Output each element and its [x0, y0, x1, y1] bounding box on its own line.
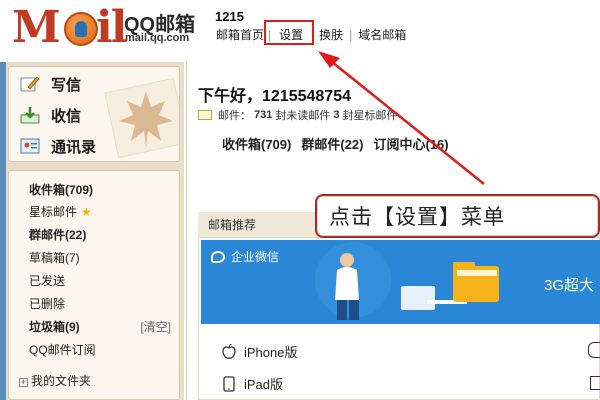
quick-link-inbox[interactable]: 收件箱(709): [222, 134, 291, 153]
right-edge-icon: [588, 342, 600, 358]
mail-summary: 邮件： 731 封未读邮件 3 封星标邮件: [198, 107, 397, 123]
logo-m: M: [12, 2, 61, 53]
write-label: 写信: [51, 76, 82, 94]
nav-mailbox-home[interactable]: 邮箱首页: [214, 26, 266, 43]
compose-contacts[interactable]: 通讯录: [19, 131, 96, 161]
quick-links: 收件箱(709) 群邮件(22) 订阅中心(16): [222, 134, 449, 153]
app-iphone[interactable]: iPhone版: [222, 342, 297, 361]
starred-count[interactable]: 3: [333, 109, 339, 121]
folder-deleted[interactable]: 已删除: [29, 293, 177, 315]
nav-domain-mail[interactable]: 域名邮箱: [356, 26, 408, 43]
my-folders-label: 我的文件夹: [31, 374, 92, 388]
greeting: 下午好，1215548754: [198, 88, 351, 105]
ipad-icon: [222, 375, 236, 392]
folder-spam[interactable]: 垃圾箱(9) [清空]: [29, 316, 177, 338]
folder-group-mail[interactable]: 群邮件(22): [29, 224, 177, 246]
folder-starred[interactable]: 星标邮件 ★: [29, 201, 177, 223]
write-icon: [19, 74, 41, 94]
folder-list: 收件箱(709) 星标邮件 ★ 群邮件(22) 草稿箱(7) 已发送 已删除 垃圾…: [8, 170, 180, 400]
empty-spam-link[interactable]: [清空]: [140, 316, 171, 338]
sidebar-scroll-bar[interactable]: [0, 62, 6, 400]
settings-highlight-box: [264, 20, 314, 45]
expand-plus-icon[interactable]: +: [19, 378, 28, 387]
logo-il: il: [96, 2, 127, 53]
account-name: 1215: [215, 9, 244, 24]
apple-icon: [222, 343, 236, 360]
folder-drafts[interactable]: 草稿箱(7): [29, 247, 177, 269]
receive-label: 收信: [51, 107, 82, 125]
quick-link-group-mail[interactable]: 群邮件(22): [301, 134, 363, 153]
unread-count[interactable]: 731: [254, 109, 272, 121]
brand-url: mail.qq.com: [125, 32, 190, 44]
logo-mailbox-icon: [64, 12, 98, 46]
app-ipad[interactable]: iPad版: [222, 374, 283, 393]
compose-receive[interactable]: 收信: [19, 100, 81, 130]
contacts-label: 通讯录: [51, 138, 97, 156]
folder-qq-subscription[interactable]: QQ邮件订阅: [29, 339, 177, 361]
my-folders-tree[interactable]: + 我的文件夹: [19, 370, 91, 392]
folder-inbox[interactable]: 收件箱(709): [29, 179, 177, 201]
compose-write[interactable]: 写信: [19, 69, 81, 99]
instruction-callout: 点击【设置】菜单: [315, 194, 600, 238]
contacts-icon: [19, 136, 41, 156]
header: M il QQ邮箱 mail.qq.com 1215 邮箱首页 | 设置 - 换…: [0, 0, 600, 62]
quick-link-subscription-center[interactable]: 订阅中心(16): [373, 134, 448, 153]
right-edge-icon-2: [590, 376, 600, 390]
folder-sent[interactable]: 已发送: [29, 270, 177, 292]
nav-skin[interactable]: 换肤: [317, 26, 345, 43]
wecom-banner[interactable]: 企业微信 3G超大: [201, 240, 600, 324]
banner-3g-text: 3G超大: [543, 277, 594, 294]
envelope-icon: [198, 110, 212, 120]
banner-illustration: [315, 242, 499, 320]
maple-leaf-decoration: [104, 77, 179, 159]
nav-separator: |: [349, 27, 353, 42]
inbox-download-icon: [19, 105, 41, 125]
star-icon: ★: [81, 205, 92, 219]
compose-panel: 写信 收信 通讯录: [8, 66, 180, 162]
